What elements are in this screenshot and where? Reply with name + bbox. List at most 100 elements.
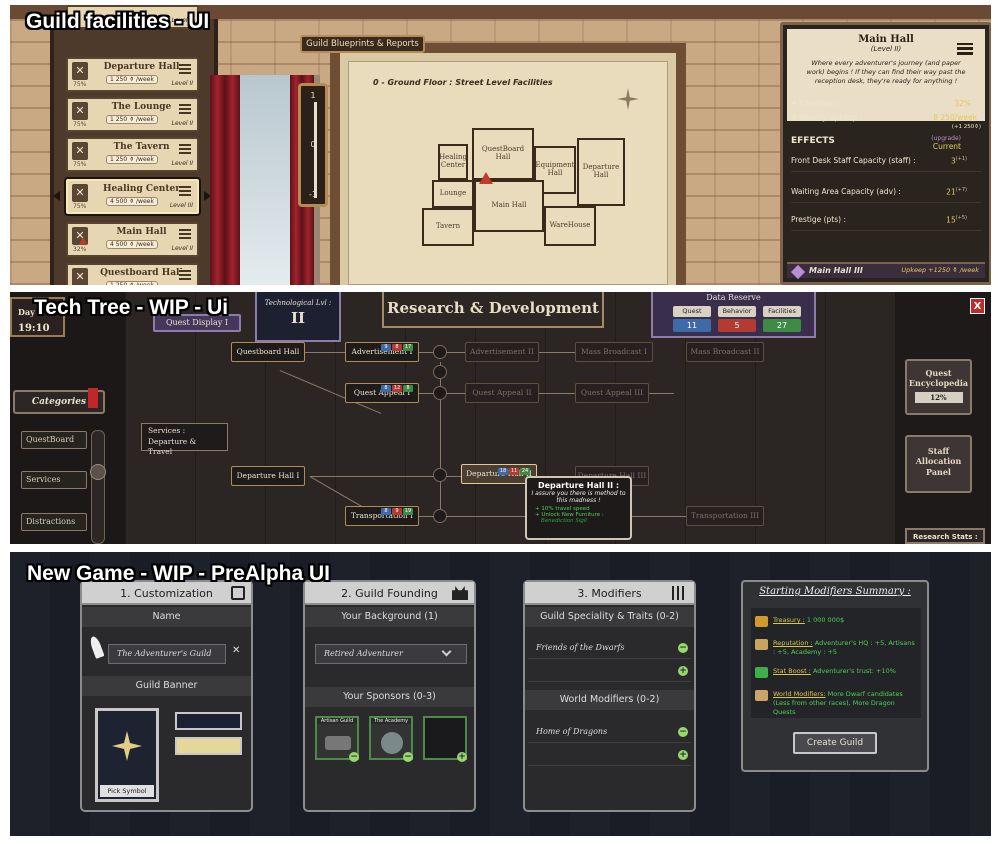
node-lock-icon (433, 468, 447, 482)
edit-icon[interactable] (231, 586, 245, 600)
slider-mid-label: 0 (310, 140, 316, 149)
banner-color-1[interactable] (175, 712, 242, 730)
facility-level: Level II (171, 160, 193, 167)
room-tavern[interactable]: Tavern (422, 208, 474, 246)
category-services[interactable]: Services (21, 471, 87, 489)
floor-slider[interactable]: 1 0 -1 (298, 83, 328, 207)
badges-appeal: 8 12 8 (381, 374, 414, 392)
day-label: Day (18, 307, 35, 317)
facility-condition: 75% (73, 81, 87, 88)
facility-item[interactable]: ✕ 75% The Tavern 1 250 ⚱ /week Level II (66, 137, 199, 172)
category-questboard[interactable]: QuestBoard (21, 431, 87, 449)
upgrade-upkeep: Upkeep +1250 ⚱ /week (901, 266, 979, 274)
upgrade-name: Main Hall III (809, 266, 863, 275)
node-mass-broadcast-2[interactable]: Mass Broadcast II (686, 342, 764, 362)
tooltip-desc: I assure you there is method to this mad… (531, 490, 626, 505)
remove-sponsor-icon[interactable]: − (349, 752, 359, 762)
add-modifier-icon[interactable]: + (678, 750, 688, 760)
guild-name-input[interactable]: The Adventurer's Guild (108, 644, 226, 664)
staff-allocation-button[interactable]: Staff Allocation Panel (905, 435, 972, 493)
summary-label: Reputation : (773, 639, 813, 647)
condition-row: ✦ Condition : 32% (791, 99, 981, 108)
node-mass-broadcast-1[interactable]: Mass Broadcast I (575, 342, 653, 362)
facility-cost: 4 500 ⚱ /week (106, 240, 158, 249)
research-stats[interactable]: Research Stats : (905, 528, 985, 544)
quest-encyclopedia-pct: 12% (914, 391, 963, 403)
room-warehouse[interactable]: WareHouse (544, 206, 596, 246)
quest-encyclopedia-button[interactable]: Quest Encyclopedia 12% (905, 359, 972, 415)
sponsor-label: The Academy (371, 718, 411, 724)
room-main-hall[interactable]: Main Hall (474, 180, 544, 232)
panel-title: Tech Tree - WIP - Ui (34, 296, 229, 319)
menu-icon[interactable] (957, 43, 973, 55)
facility-condition: 75% (73, 203, 87, 210)
facility-item[interactable]: ✕ 75% The Lounge 1 250 ⚱ /week Level II (66, 97, 199, 132)
scroll-knob[interactable] (90, 464, 106, 480)
slider-track[interactable] (314, 102, 317, 198)
reserve-column: Facilities 27 (763, 306, 801, 332)
upgrade-footer[interactable]: Main Hall III Upkeep +1250 ⚱ /week (787, 262, 985, 280)
facility-cost: 1 250 ⚱ /week (106, 75, 158, 84)
guild-banner[interactable]: Pick Symbol (95, 708, 159, 802)
effects-header: EFFECTS (791, 136, 835, 146)
remove-modifier-icon[interactable]: − (678, 643, 688, 653)
select-arrow-left[interactable] (53, 191, 60, 201)
guild-trait-row-empty[interactable] (528, 660, 691, 682)
facility-cost: 4 500 ⚱ /week (106, 197, 158, 206)
remove-sponsor-icon[interactable]: − (403, 752, 413, 762)
level-bars-icon (179, 103, 191, 114)
blueprints-tab[interactable]: Guild Blueprints & Reports (300, 35, 425, 53)
badges-dep: 18 11 24 (498, 468, 530, 475)
compass-icon (617, 88, 639, 110)
rnd-header: Research & Development (382, 292, 604, 328)
facility-cost: 1 250 ⚱ /week (106, 115, 158, 124)
level-bars-icon (179, 185, 191, 196)
effect-row: Waiting Area Capacity (adv) : 21(+7) (791, 187, 981, 203)
node-lock-icon (433, 365, 447, 379)
add-modifier-icon[interactable]: + (678, 666, 688, 676)
tools-icon: ✕ (72, 184, 88, 202)
summary-text: Adventurer's trust: +10% (810, 667, 896, 675)
add-sponsor-icon[interactable]: + (457, 752, 467, 762)
world-modifier-row[interactable]: Home of Dragons (528, 721, 691, 743)
summary-label: Treasury : (773, 616, 805, 624)
create-guild-button[interactable]: Create Guild (793, 732, 877, 754)
facility-item[interactable]: ✕ 75% Departure Hall 1 250 ⚱ /week Level II (66, 57, 199, 92)
category-scrollbar[interactable] (91, 430, 105, 544)
room-healing-center[interactable]: Healing Center (438, 144, 468, 180)
world-modifiers-label: World Modifiers (0-2) (525, 690, 694, 710)
clear-name-button[interactable]: ✕ (232, 645, 240, 656)
pick-symbol-button[interactable]: Pick Symbol (100, 785, 154, 797)
level-bars-icon (179, 63, 191, 74)
node-advertisement-2[interactable]: Advertisement II (465, 342, 539, 362)
facility-item[interactable]: ✕ 75% Healing Center 4 500 ⚱ /week Level III (66, 179, 199, 214)
category-distractions[interactable]: Distractions (21, 513, 87, 531)
node-departure-hall-1[interactable]: Departure Hall I (231, 466, 305, 486)
upkeep-row: ⚱ Weekly Upkeep : 8 250/week (791, 113, 981, 122)
facility-level: Level II (171, 245, 193, 252)
room-lounge[interactable]: Lounge (432, 180, 474, 208)
reserve-title: Data Reserve (706, 293, 761, 302)
world-modifier-row-empty[interactable] (528, 744, 691, 766)
reserve-label: Facilities (763, 306, 801, 317)
node-transportation-3[interactable]: Transportation III (686, 506, 764, 526)
floor-title: 0 - Ground Floor : Street Level Faciliti… (373, 78, 553, 87)
facility-item[interactable]: ✕75%Questboard Hall1 250 ⚱ /week (66, 263, 199, 285)
reserve-value: 27 (763, 319, 801, 332)
remove-modifier-icon[interactable]: − (678, 727, 688, 737)
reserve-column: Quest 11 (673, 306, 711, 332)
node-quest-appeal-3[interactable]: Quest Appeal III (575, 383, 649, 403)
facility-list[interactable]: Level II ✕ 75% Departure Hall 1 250 ⚱ /week… (50, 5, 218, 285)
info-title: Main Hall (858, 34, 914, 45)
banner-color-2[interactable] (175, 737, 242, 755)
effect-label: Front Desk Staff Capacity (staff) : (791, 156, 916, 165)
panel-title: New Game - WIP - PreAlpha UI (27, 562, 331, 585)
room-departure-hall[interactable]: Departure Hall (577, 138, 625, 206)
guild-trait-row[interactable]: Friends of the Dwarfs (528, 637, 691, 659)
coins-icon: ⚱ (791, 113, 800, 122)
close-button[interactable]: X (970, 298, 985, 314)
modifiers-header: 3. Modifiers (525, 582, 694, 605)
node-questboard-hall[interactable]: Questboard Hall (231, 342, 305, 362)
upkeep-value: 8 250/week (933, 113, 977, 122)
node-quest-appeal-2[interactable]: Quest Appeal II (465, 383, 539, 403)
